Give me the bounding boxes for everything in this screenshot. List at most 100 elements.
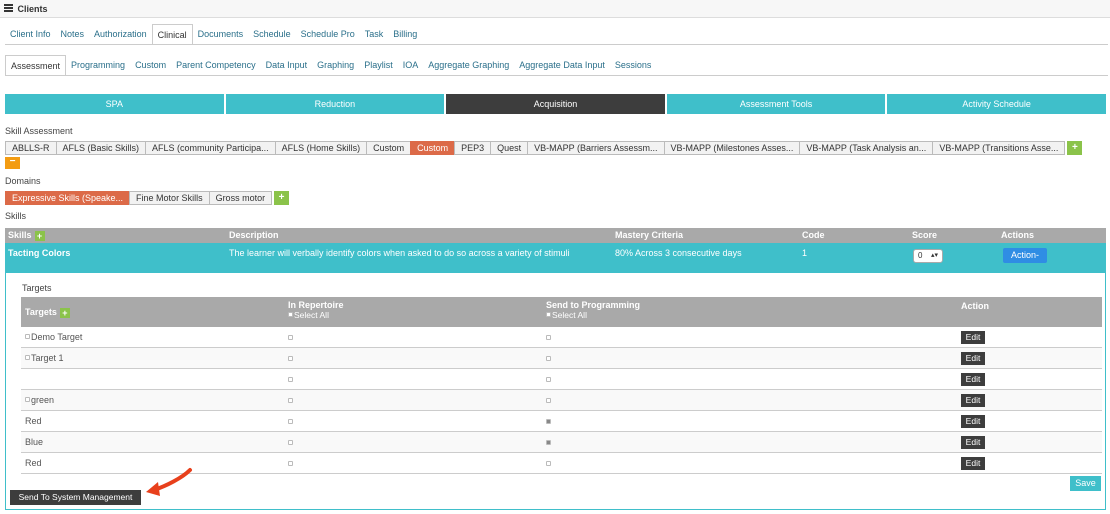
add-skill-button[interactable]: + [34, 231, 45, 241]
in-repertoire-checkbox[interactable] [288, 440, 293, 445]
targets-label: Targets [22, 283, 52, 293]
select-all-checkbox[interactable] [288, 312, 293, 317]
edit-button[interactable]: Edit [961, 331, 985, 344]
send-to-programming-checkbox[interactable] [546, 419, 551, 424]
skill-assessment-chip[interactable]: Quest [490, 141, 529, 155]
add-skill-assessment-button[interactable]: + [1067, 141, 1083, 155]
tab-documents[interactable]: Documents [193, 24, 249, 45]
clients-header: Clients [0, 0, 1110, 18]
skill-assessment-chip[interactable]: AFLS (Home Skills) [274, 141, 368, 155]
section-reduction[interactable]: Reduction [225, 94, 445, 114]
in-repertoire-select-all[interactable]: Select All [288, 310, 344, 320]
target-name: green [31, 395, 55, 405]
in-repertoire-checkbox[interactable] [288, 398, 293, 403]
target-select-checkbox[interactable] [25, 355, 30, 360]
skill-assessment-chip[interactable]: VB-MAPP (Barriers Assessm... [527, 141, 665, 155]
save-button[interactable]: Save [1070, 476, 1101, 491]
subtab-graphing[interactable]: Graphing [312, 55, 359, 76]
select-arrows-icon: ▴▾ [930, 252, 938, 259]
tab-authorization[interactable]: Authorization [89, 24, 152, 45]
skill-assessment-chip[interactable]: AFLS (community Participa... [145, 141, 276, 155]
section-spa[interactable]: SPA [5, 94, 224, 114]
subtab-custom[interactable]: Custom [130, 55, 171, 76]
send-to-programming-checkbox[interactable] [546, 398, 551, 403]
send-to-system-management-button[interactable]: Send To System Management [10, 490, 141, 505]
send-to-programming-checkbox[interactable] [546, 377, 551, 382]
send-to-programming-checkbox[interactable] [546, 356, 551, 361]
send-to-programming-checkbox[interactable] [546, 461, 551, 466]
skill-assessment-chip[interactable]: VB-MAPP (Transitions Asse... [932, 141, 1066, 155]
tab-schedule[interactable]: Schedule [248, 24, 296, 45]
score-select[interactable]: 0 ▴▾ [913, 249, 943, 263]
edit-button[interactable]: Edit [961, 436, 985, 449]
send-to-programming-checkbox[interactable] [546, 440, 551, 445]
section-activity-schedule[interactable]: Activity Schedule [887, 94, 1106, 114]
skill-mastery: 80% Across 3 consecutive days [615, 248, 742, 258]
tab-schedule-pro[interactable]: Schedule Pro [296, 24, 360, 45]
select-all-label: Select All [552, 310, 587, 320]
menu-icon[interactable] [4, 4, 13, 13]
sub-tabs-divider [5, 75, 1108, 76]
subtab-programming[interactable]: Programming [66, 55, 130, 76]
tab-notes[interactable]: Notes [56, 24, 90, 45]
in-repertoire-checkbox[interactable] [288, 335, 293, 340]
action-button[interactable]: Action- [1003, 248, 1047, 263]
edit-button[interactable]: Edit [961, 415, 985, 428]
domain-chip[interactable]: Gross motor [208, 191, 273, 205]
targets-col-label: Targets [25, 307, 57, 317]
add-domain-button[interactable]: + [274, 191, 290, 205]
targets-table-header: Targets + In Repertoire Select All Send t… [21, 297, 1102, 327]
skill-assessment-chip[interactable]: VB-MAPP (Milestones Asses... [663, 141, 801, 155]
in-repertoire-checkbox[interactable] [288, 461, 293, 466]
send-select-all[interactable]: Select All [546, 310, 640, 320]
subtab-assessment[interactable]: Assessment [5, 55, 67, 76]
subtab-ioa[interactable]: IOA [398, 55, 424, 76]
main-tabs-divider [5, 44, 1108, 45]
tab-clinical[interactable]: Clinical [151, 24, 193, 45]
send-to-programming-checkbox[interactable] [546, 335, 551, 340]
remove-skill-assessment-button[interactable]: − [5, 157, 20, 169]
edit-button[interactable]: Edit [961, 352, 985, 365]
target-select-checkbox[interactable] [25, 397, 30, 402]
skill-assessment-chip[interactable]: Custom [366, 141, 412, 155]
target-name-cell: green [25, 393, 54, 408]
subtab-data-input[interactable]: Data Input [261, 55, 313, 76]
target-name-cell: Blue [25, 435, 43, 450]
targets-table: Targets + In Repertoire Select All Send t… [21, 297, 1102, 474]
score-value: 0 [918, 251, 923, 260]
tab-task[interactable]: Task [360, 24, 389, 45]
target-select-checkbox[interactable] [25, 334, 30, 339]
in-repertoire-checkbox[interactable] [288, 356, 293, 361]
actions-col-header: Actions [1001, 230, 1035, 240]
domain-chip[interactable]: Expressive Skills (Speake... [5, 191, 131, 205]
send-to-programming-label: Send to Programming [546, 300, 641, 310]
edit-button[interactable]: Edit [961, 394, 985, 407]
select-all-checkbox[interactable] [546, 312, 551, 317]
skill-assessment-chip[interactable]: ABLLS-R [5, 141, 57, 155]
in-repertoire-checkbox[interactable] [288, 377, 293, 382]
subtab-aggregate-graphing[interactable]: Aggregate Graphing [423, 55, 514, 76]
skill-assessment-chip[interactable]: VB-MAPP (Task Analysis an... [799, 141, 934, 155]
skill-assessment-chip[interactable]: Custom [410, 141, 456, 155]
in-repertoire-checkbox[interactable] [288, 419, 293, 424]
edit-button[interactable]: Edit [961, 373, 985, 386]
add-target-button[interactable]: + [59, 308, 70, 318]
subtab-playlist[interactable]: Playlist [359, 55, 398, 76]
skill-assessment-chip[interactable]: AFLS (Basic Skills) [55, 141, 147, 155]
target-row: Red Edit [21, 411, 1102, 432]
in-repertoire-label: In Repertoire [288, 300, 344, 310]
subtab-aggregate-data-input[interactable]: Aggregate Data Input [514, 55, 610, 76]
section-acquisition[interactable]: Acquisition [446, 94, 665, 114]
edit-button[interactable]: Edit [961, 457, 985, 470]
domains-list: Expressive Skills (Speake... Fine Motor S… [5, 191, 290, 205]
domain-chip[interactable]: Fine Motor Skills [129, 191, 210, 205]
tab-billing[interactable]: Billing [388, 24, 422, 45]
section-assessment-tools[interactable]: Assessment Tools [666, 94, 886, 114]
subtab-sessions[interactable]: Sessions [610, 55, 657, 76]
skill-assessment-chip[interactable]: PEP3 [454, 141, 492, 155]
skills-col-header: Skills + [8, 228, 45, 243]
skill-row[interactable]: Tacting Colors The learner will verbally… [5, 243, 1106, 273]
tab-client-info[interactable]: Client Info [5, 24, 56, 45]
targets-col-header: Targets + [25, 305, 70, 320]
subtab-parent-competency[interactable]: Parent Competency [171, 55, 261, 76]
